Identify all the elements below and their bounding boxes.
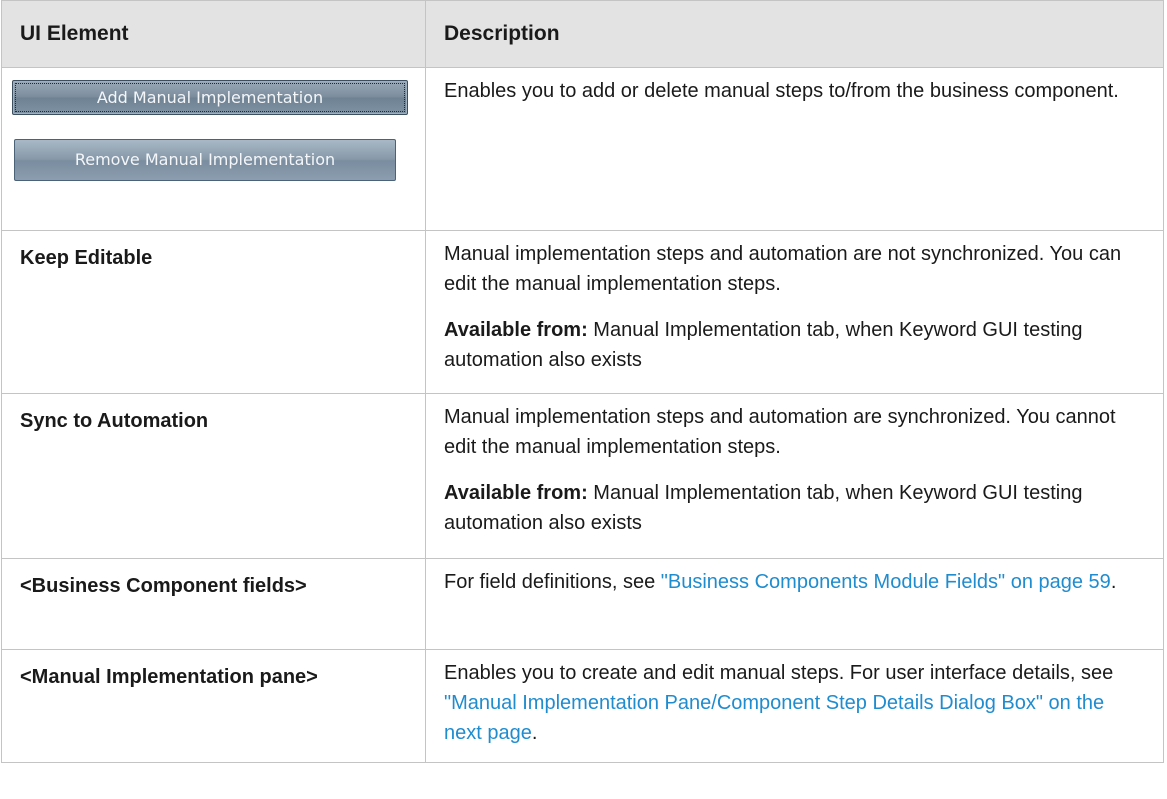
ui-elements-table: UI Element Description Add Manual Implem… bbox=[1, 0, 1164, 763]
description-text: Manual implementation steps and automati… bbox=[444, 406, 1116, 458]
description-prefix: For field definitions, see bbox=[444, 571, 661, 593]
description-suffix: . bbox=[531, 722, 538, 744]
table-row: Sync to Automation Manual implementation… bbox=[1, 393, 1164, 559]
business-components-module-fields-link[interactable]: "Business Components Module Fields" on p… bbox=[661, 571, 1111, 593]
header-description: Description bbox=[425, 0, 1164, 68]
description-cell: Enables you to add or delete manual step… bbox=[425, 67, 1164, 231]
description-prefix: Enables you to create and edit manual st… bbox=[444, 662, 1114, 684]
table-row: <Business Component fields> For field de… bbox=[1, 558, 1164, 650]
table-header-row: UI Element Description bbox=[1, 0, 1164, 68]
element-keep-editable: Keep Editable bbox=[1, 230, 426, 394]
manual-implementation-pane-link[interactable]: "Manual Implementation Pane/Component St… bbox=[444, 692, 1104, 744]
description-cell: Manual implementation steps and automati… bbox=[425, 393, 1164, 559]
description-text: Enables you to create and edit manual st… bbox=[444, 658, 1145, 748]
availability-note: Available from: Manual Implementation ta… bbox=[444, 315, 1145, 375]
available-from-label: Available from: bbox=[444, 482, 588, 504]
add-manual-implementation-label: Add Manual Implementation bbox=[15, 83, 405, 112]
availability-note: Available from: Manual Implementation ta… bbox=[444, 478, 1145, 538]
description-cell: Manual implementation steps and automati… bbox=[425, 230, 1164, 394]
element-manual-implementation-pane: <Manual Implementation pane> bbox=[1, 649, 426, 763]
table-row: Keep Editable Manual implementation step… bbox=[1, 230, 1164, 394]
add-manual-implementation-button[interactable]: Add Manual Implementation bbox=[12, 80, 408, 115]
remove-manual-implementation-button[interactable]: Remove Manual Implementation bbox=[14, 139, 396, 181]
available-from-label: Available from: bbox=[444, 319, 588, 341]
element-business-component-fields: <Business Component fields> bbox=[1, 558, 426, 650]
description-text: For field definitions, see "Business Com… bbox=[444, 567, 1145, 597]
element-sync-to-automation: Sync to Automation bbox=[1, 393, 426, 559]
description-suffix: . bbox=[1110, 571, 1117, 593]
description-cell: For field definitions, see "Business Com… bbox=[425, 558, 1164, 650]
table-row: <Manual Implementation pane> Enables you… bbox=[1, 649, 1164, 763]
description-cell: Enables you to create and edit manual st… bbox=[425, 649, 1164, 763]
element-cell: Add Manual Implementation Remove Manual … bbox=[1, 67, 426, 231]
description-text: Manual implementation steps and automati… bbox=[444, 243, 1122, 295]
description-text: Enables you to add or delete manual step… bbox=[444, 80, 1119, 102]
table-row: Add Manual Implementation Remove Manual … bbox=[1, 67, 1164, 231]
header-ui-element: UI Element bbox=[1, 0, 426, 68]
